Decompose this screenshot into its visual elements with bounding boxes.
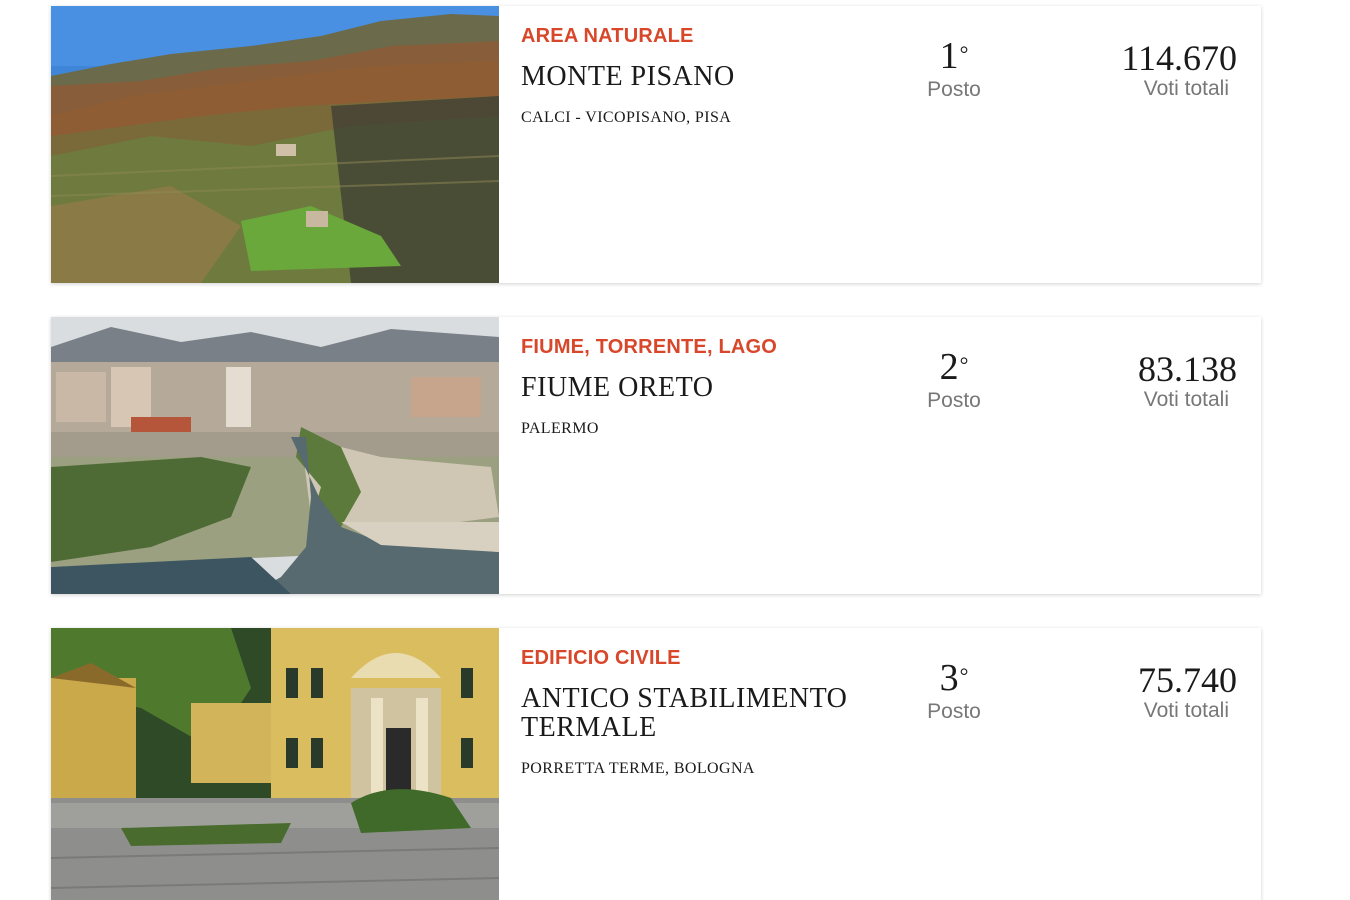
rank-position: 3° <box>901 658 1007 698</box>
place-info: AREA NATURALE MONTE PISANO CALCI - VICOP… <box>521 6 881 127</box>
rank-label: Posto <box>927 700 981 723</box>
votes-count: 83.138 <box>1138 349 1237 389</box>
rank-label: Posto <box>927 78 981 101</box>
place-info: EDIFICIO CIVILE ANTICO STABILIMENTO TERM… <box>521 628 881 778</box>
place-location: CALCI - VICOPISANO, PISA <box>521 109 732 126</box>
votes-count: 75.740 <box>1138 660 1237 700</box>
ranking-card[interactable]: AREA NATURALE MONTE PISANO CALCI - VICOP… <box>51 6 1261 283</box>
rank-block: 2° Posto <box>901 347 1007 413</box>
place-title[interactable]: MONTE PISANO <box>521 62 881 91</box>
category-label: EDIFICIO CIVILE <box>521 647 681 669</box>
place-location: PALERMO <box>521 420 599 437</box>
votes-label: Voti totali <box>1143 699 1229 722</box>
rank-block: 3° Posto <box>901 658 1007 724</box>
ranking-card[interactable]: FIUME, TORRENTE, LAGO FIUME ORETO PALERM… <box>51 317 1261 594</box>
category-label: FIUME, TORRENTE, LAGO <box>521 336 778 358</box>
votes-block: 83.138 Voti totali <box>1057 350 1237 412</box>
votes-label: Voti totali <box>1143 388 1229 411</box>
place-title[interactable]: ANTICO STABILIMENTO TERMALE <box>521 684 881 742</box>
place-photo[interactable] <box>51 6 499 283</box>
rank-position: 2° <box>901 347 1007 387</box>
rank-position: 1° <box>901 36 1007 76</box>
place-title[interactable]: FIUME ORETO <box>521 373 881 402</box>
river-city-image <box>51 317 499 594</box>
rank-number: 3 <box>939 657 959 699</box>
rank-suffix: ° <box>959 663 969 688</box>
rank-suffix: ° <box>959 41 969 66</box>
place-location: PORRETTA TERME, BOLOGNA <box>521 760 755 777</box>
thermal-building-image <box>51 628 499 900</box>
rank-number: 2 <box>939 346 959 388</box>
ranking-card[interactable]: EDIFICIO CIVILE ANTICO STABILIMENTO TERM… <box>51 628 1261 900</box>
rank-label: Posto <box>927 389 981 412</box>
place-photo[interactable] <box>51 628 499 900</box>
rank-block: 1° Posto <box>901 36 1007 102</box>
votes-block: 75.740 Voti totali <box>1057 661 1237 723</box>
category-label: AREA NATURALE <box>521 25 694 47</box>
mountain-landscape-image <box>51 6 499 283</box>
rank-number: 1 <box>939 35 959 77</box>
place-info: FIUME, TORRENTE, LAGO FIUME ORETO PALERM… <box>521 317 881 438</box>
votes-block: 114.670 Voti totali <box>1057 39 1237 101</box>
votes-count: 114.670 <box>1121 38 1237 78</box>
votes-label: Voti totali <box>1143 77 1229 100</box>
place-photo[interactable] <box>51 317 499 594</box>
ranking-list: AREA NATURALE MONTE PISANO CALCI - VICOP… <box>0 0 1350 900</box>
rank-suffix: ° <box>959 352 969 377</box>
